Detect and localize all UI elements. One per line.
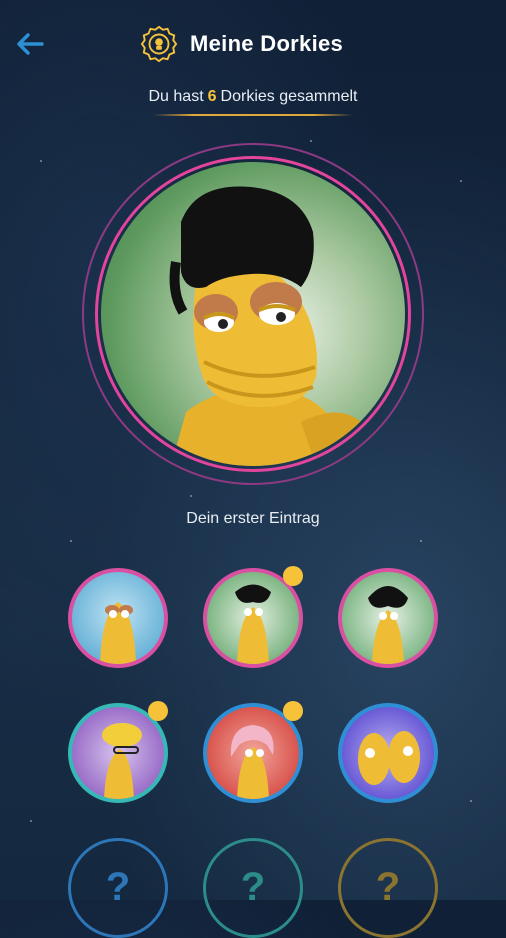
dorkie-thumb-4-figure (102, 723, 142, 799)
collected-summary: Du hast 6 Dorkies gesammelt (0, 88, 506, 106)
collected-count: 6 (207, 88, 217, 105)
dorkie-thumb-1[interactable] (68, 568, 168, 668)
featured-caption: Dein erster Eintrag (186, 510, 320, 527)
page-title: Meine Dorkies (190, 31, 344, 56)
dorkie-thumb-6-figure (358, 731, 420, 785)
header: Meine Dorkies (0, 0, 506, 86)
dorkie-thumb-3[interactable] (338, 568, 438, 668)
dorkie-thumb-5-figure (230, 725, 274, 799)
summary-prefix: Du hast (148, 88, 204, 105)
locked-dorkie-3[interactable]: ? (338, 838, 438, 938)
new-indicator-2 (283, 566, 303, 586)
question-mark-icon: ? (105, 865, 131, 909)
new-indicator-4 (148, 701, 168, 721)
locked-dorkie-1[interactable]: ? (68, 838, 168, 938)
locked-dorkie-2[interactable]: ? (203, 838, 303, 938)
dorkie-badge-icon (140, 25, 178, 63)
question-mark-icon: ? (375, 865, 401, 909)
featured-dorkie-illustration (169, 186, 381, 466)
dorkie-thumb-2-figure (235, 584, 271, 664)
new-indicator-5 (283, 701, 303, 721)
summary-suffix: Dorkies gesammelt (220, 88, 358, 105)
arrow-left-icon[interactable] (14, 28, 46, 60)
dorkie-thumb-1-figure (100, 602, 136, 664)
summary-underline (153, 114, 353, 116)
dorkie-thumb-3-figure (368, 586, 408, 664)
featured-dorkie-image[interactable] (101, 162, 405, 466)
title-group: Meine Dorkies (140, 24, 343, 64)
question-mark-icon: ? (240, 865, 266, 909)
dorkie-thumb-6[interactable] (338, 703, 438, 803)
